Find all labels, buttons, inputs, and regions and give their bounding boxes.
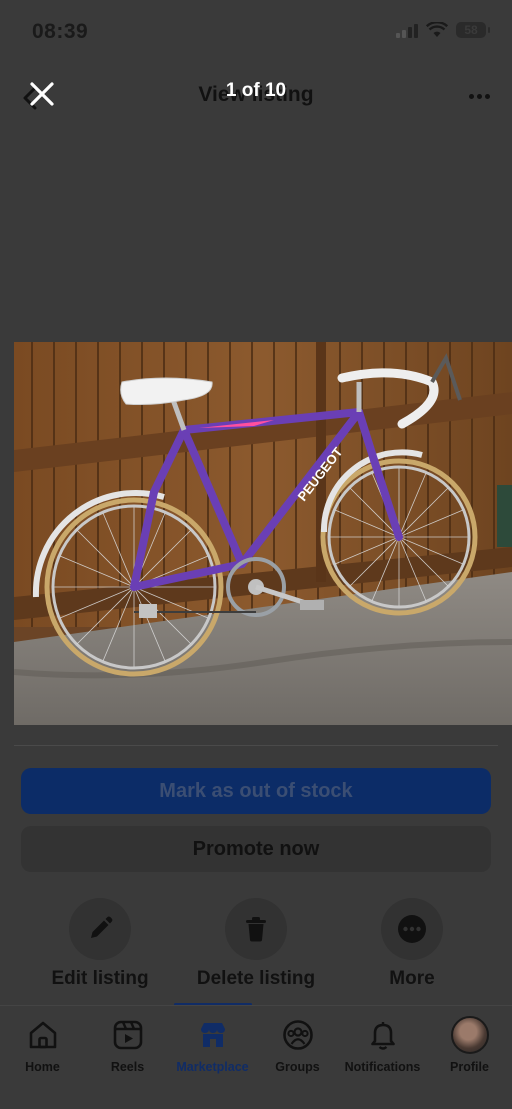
avatar: [450, 1016, 489, 1054]
more-action[interactable]: More: [332, 898, 492, 990]
bottom-tab-bar: Home Reels Marketplace Groups Notificati…: [0, 1005, 512, 1109]
tab-reels[interactable]: Reels: [85, 1018, 170, 1074]
bicycle-photo: PEUGEOT: [14, 342, 512, 725]
wifi-icon: [426, 22, 448, 37]
status-bar: 08:39 58: [0, 0, 512, 60]
tab-notifications-label: Notifications: [344, 1060, 421, 1074]
reels-icon: [113, 1020, 142, 1050]
listing-photo[interactable]: PEUGEOT: [14, 342, 512, 725]
mark-out-of-stock-button[interactable]: Mark as out of stock: [21, 768, 491, 814]
bell-icon: [370, 1022, 395, 1050]
tab-home-label: Home: [25, 1060, 60, 1074]
battery-icon: 58: [456, 22, 490, 38]
home-icon: [29, 1021, 56, 1049]
tab-groups[interactable]: Groups: [255, 1018, 340, 1074]
pencil-icon: [91, 916, 113, 938]
signal-icon: [396, 22, 418, 38]
tab-groups-label: Groups: [275, 1060, 320, 1074]
more-icon: [398, 915, 426, 943]
delete-listing-label: Delete listing: [196, 968, 316, 989]
divider: [14, 745, 498, 746]
tab-reels-label: Reels: [110, 1060, 145, 1074]
tab-home[interactable]: Home: [0, 1018, 85, 1074]
tab-profile[interactable]: Profile: [427, 1016, 512, 1074]
promote-now-button[interactable]: Promote now: [21, 826, 491, 872]
tab-marketplace-label: Marketplace: [176, 1060, 249, 1074]
edit-listing-label: Edit listing: [51, 968, 149, 989]
status-time: 08:39: [32, 20, 89, 43]
edit-listing-action[interactable]: Edit listing: [20, 898, 180, 990]
more-label: More: [389, 968, 435, 989]
delete-listing-circle[interactable]: [225, 898, 287, 960]
groups-icon: [282, 1020, 313, 1050]
photo-counter: 1 of 10: [225, 80, 287, 101]
tab-profile-label: Profile: [450, 1060, 489, 1074]
tab-marketplace[interactable]: Marketplace: [170, 1018, 255, 1074]
tab-notifications[interactable]: Notifications: [340, 1018, 425, 1074]
trash-icon: [246, 917, 266, 942]
delete-listing-action[interactable]: Delete listing: [176, 898, 336, 990]
marketplace-icon: [200, 1023, 225, 1047]
edit-listing-circle[interactable]: [69, 898, 131, 960]
more-circle[interactable]: [381, 898, 443, 960]
status-icons: 58: [396, 22, 490, 38]
